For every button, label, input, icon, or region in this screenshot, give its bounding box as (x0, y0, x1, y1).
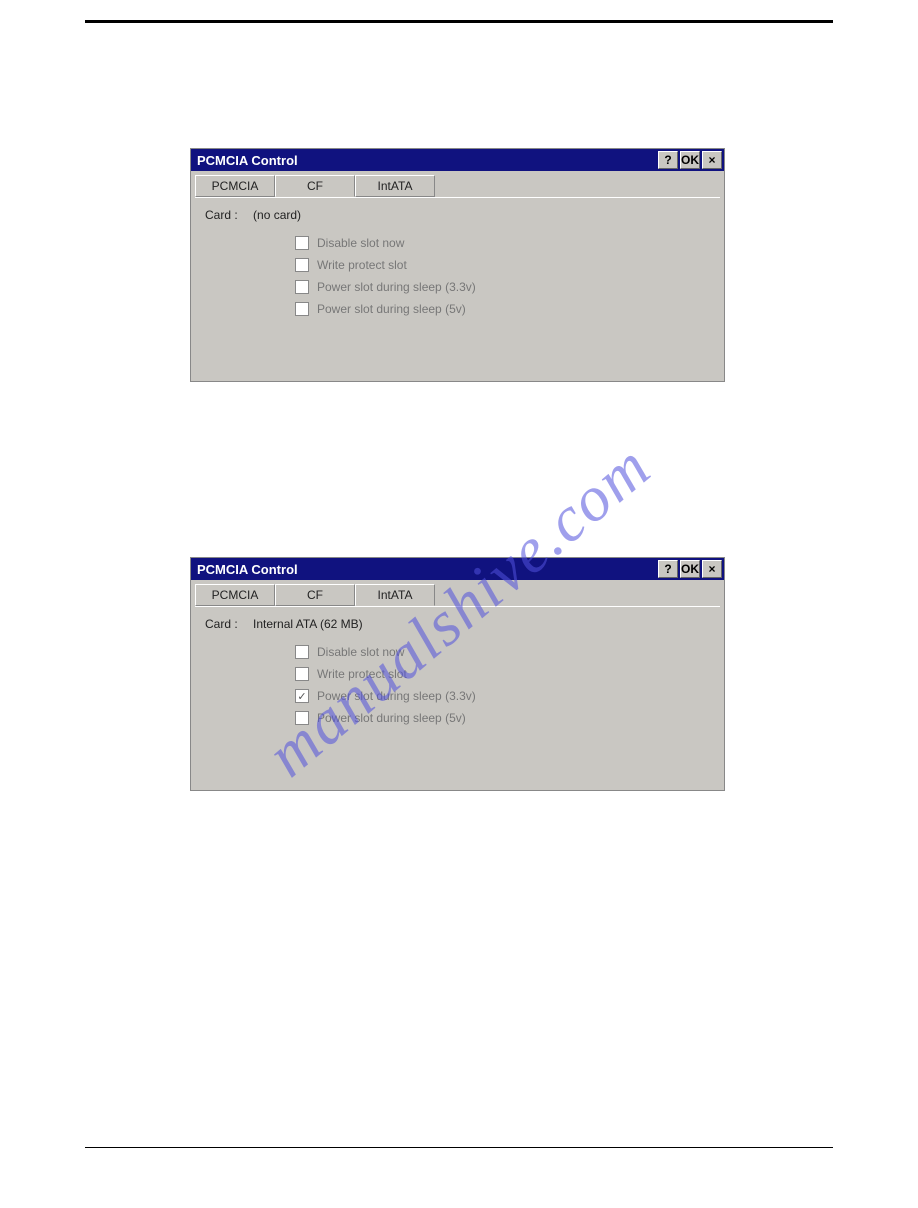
card-value: Internal ATA (62 MB) (253, 617, 363, 631)
option-power-33v: Power slot during sleep (3.3v) (295, 280, 710, 294)
window-title: PCMCIA Control (197, 153, 658, 168)
option-disable-slot: Disable slot now (295, 645, 710, 659)
option-label: Power slot during sleep (5v) (317, 302, 466, 316)
pcmcia-control-window-intata: PCMCIA Control ? OK × PCMCIA CF IntATA C… (190, 557, 725, 791)
card-label: Card : (205, 208, 238, 222)
close-button[interactable]: × (702, 151, 722, 169)
option-disable-slot: Disable slot now (295, 236, 710, 250)
card-row: Card : Internal ATA (62 MB) (205, 617, 710, 631)
card-label: Card : (205, 617, 238, 631)
tabstrip: PCMCIA CF IntATA (195, 584, 724, 606)
ok-button[interactable]: OK (680, 151, 700, 169)
tab-cf[interactable]: CF (275, 175, 355, 197)
option-power-5v: Power slot during sleep (5v) (295, 302, 710, 316)
document-page: PCMCIA Control ? OK × PCMCIA CF IntATA C… (0, 20, 918, 1208)
checkbox-disable-slot[interactable] (295, 236, 309, 250)
option-label: Write protect slot (317, 258, 407, 272)
option-label: Disable slot now (317, 236, 404, 250)
checkbox-write-protect[interactable] (295, 258, 309, 272)
option-label: Write protect slot (317, 667, 407, 681)
tabstrip: PCMCIA CF IntATA (195, 175, 724, 197)
tab-intata[interactable]: IntATA (355, 584, 435, 606)
tab-pcmcia[interactable]: PCMCIA (195, 175, 275, 197)
tab-pcmcia[interactable]: PCMCIA (195, 584, 275, 606)
card-value: (no card) (253, 208, 301, 222)
help-button[interactable]: ? (658, 560, 678, 578)
option-label: Power slot during sleep (3.3v) (317, 280, 476, 294)
tab-intata[interactable]: IntATA (355, 175, 435, 197)
tab-panel: Card : (no card) Disable slot now Write … (195, 197, 720, 377)
option-write-protect: Write protect slot (295, 667, 710, 681)
checkbox-write-protect[interactable] (295, 667, 309, 681)
checkbox-power-5v[interactable] (295, 302, 309, 316)
options-group: Disable slot now Write protect slot Powe… (295, 236, 710, 316)
top-rule (85, 20, 833, 23)
checkbox-power-33v[interactable] (295, 689, 309, 703)
option-label: Power slot during sleep (5v) (317, 711, 466, 725)
help-button[interactable]: ? (658, 151, 678, 169)
card-row: Card : (no card) (205, 208, 710, 222)
titlebar-buttons: ? OK × (658, 560, 722, 578)
options-group: Disable slot now Write protect slot Powe… (295, 645, 710, 725)
pcmcia-control-window-cf: PCMCIA Control ? OK × PCMCIA CF IntATA C… (190, 148, 725, 382)
titlebar-buttons: ? OK × (658, 151, 722, 169)
ok-button[interactable]: OK (680, 560, 700, 578)
checkbox-disable-slot[interactable] (295, 645, 309, 659)
option-label: Power slot during sleep (3.3v) (317, 689, 476, 703)
option-power-5v: Power slot during sleep (5v) (295, 711, 710, 725)
close-button[interactable]: × (702, 560, 722, 578)
option-power-33v: Power slot during sleep (3.3v) (295, 689, 710, 703)
bottom-rule (85, 1147, 833, 1148)
tab-cf[interactable]: CF (275, 584, 355, 606)
checkbox-power-5v[interactable] (295, 711, 309, 725)
window-title: PCMCIA Control (197, 562, 658, 577)
titlebar[interactable]: PCMCIA Control ? OK × (191, 149, 724, 171)
checkbox-power-33v[interactable] (295, 280, 309, 294)
option-write-protect: Write protect slot (295, 258, 710, 272)
titlebar[interactable]: PCMCIA Control ? OK × (191, 558, 724, 580)
tab-panel: Card : Internal ATA (62 MB) Disable slot… (195, 606, 720, 786)
option-label: Disable slot now (317, 645, 404, 659)
